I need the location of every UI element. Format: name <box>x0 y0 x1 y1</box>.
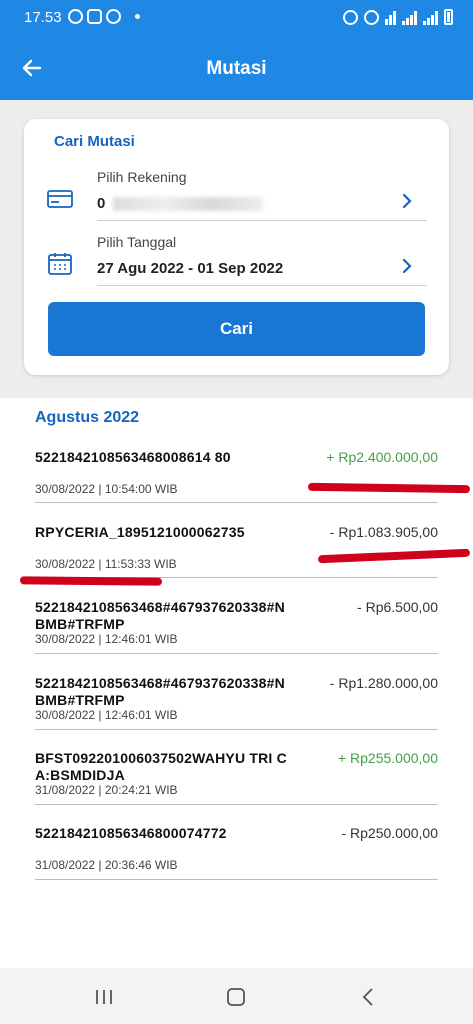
transaction-amount: + Rp2.400.000,00 <box>326 449 438 465</box>
search-card-title: Cari Mutasi <box>54 133 135 150</box>
chat-notification-icon <box>68 9 83 24</box>
search-button[interactable]: Cari <box>48 302 425 356</box>
transaction-date: 30/08/2022 | 10:54:00 WIB <box>35 482 178 496</box>
transaction-item[interactable]: 5221842108563468#467937620338#NBMB#TRFMP… <box>35 599 438 654</box>
date-selector[interactable]: Pilih Tanggal 27 Agu 2022 - 01 Sep 2022 <box>44 222 427 286</box>
divider <box>35 653 438 654</box>
transaction-date: 31/08/2022 | 20:24:21 WIB <box>35 783 178 797</box>
transaction-item[interactable]: BFST092201006037502WAHYU TRI CA:BSMDIDJA… <box>35 750 438 805</box>
system-icons <box>343 9 453 25</box>
masked-account-number <box>113 197 264 212</box>
card-icon <box>47 190 73 208</box>
red-annotation-mark <box>19 576 163 586</box>
transaction-description: BFST092201006037502WAHYU TRI CA:BSMDIDJA <box>35 750 287 783</box>
mail-notification-icon <box>87 9 102 24</box>
chevron-right-icon <box>402 193 412 209</box>
transaction-item[interactable]: 5221842108563468#467937620338#NBMB#TRFMP… <box>35 675 438 730</box>
date-value: 27 Agu 2022 - 01 Sep 2022 <box>97 260 284 277</box>
alarm-icon <box>343 10 358 25</box>
transaction-item[interactable]: 522184210856346800074772 - Rp250.000,00 … <box>35 825 438 880</box>
page-title: Mutasi <box>206 58 267 79</box>
transaction-date: 31/08/2022 | 20:36:46 WIB <box>35 858 178 872</box>
app-header: 17.53 Mutasi <box>0 0 473 100</box>
battery-icon <box>444 9 453 25</box>
divider <box>97 220 427 221</box>
signal-2-icon <box>423 11 438 25</box>
status-time: 17.53 <box>24 9 62 26</box>
transaction-item[interactable]: RPYCERIA_1895121000062735 - Rp1.083.905,… <box>35 524 438 578</box>
home-icon[interactable] <box>226 988 246 1006</box>
search-card: Cari Mutasi Pilih Rekening 0 Pilih Tangg… <box>24 119 449 375</box>
chevron-right-icon <box>402 258 412 274</box>
transaction-amount: - Rp6.500,00 <box>357 599 438 615</box>
transaction-date: 30/08/2022 | 12:46:01 WIB <box>35 632 178 646</box>
status-bar: 17.53 <box>0 0 473 36</box>
transaction-item[interactable]: 5221842108563468008614 80 + Rp2.400.000,… <box>35 449 438 503</box>
month-header: Agustus 2022 <box>35 409 140 426</box>
transaction-date: 30/08/2022 | 11:53:33 WIB <box>35 557 177 571</box>
recent-apps-icon[interactable] <box>94 988 114 1006</box>
account-value: 0 <box>97 195 264 212</box>
more-notifications-icon <box>135 14 140 19</box>
system-navigation-bar <box>0 968 473 1024</box>
notification-icons <box>68 9 140 24</box>
mute-icon <box>364 10 379 25</box>
transaction-amount: - Rp250.000,00 <box>341 825 438 841</box>
transaction-date: 30/08/2022 | 12:46:01 WIB <box>35 708 178 722</box>
transaction-amount: - Rp1.083.905,00 <box>329 524 438 540</box>
account-label: Pilih Rekening <box>97 169 187 185</box>
transaction-description: 5221842108563468#467937620338#NBMB#TRFMP <box>35 599 285 632</box>
divider <box>35 729 438 730</box>
transaction-description: 5221842108563468#467937620338#NBMB#TRFMP <box>35 675 285 708</box>
divider <box>97 285 427 286</box>
transaction-amount: - Rp1.280.000,00 <box>329 675 438 691</box>
nav-back-icon[interactable] <box>360 988 376 1006</box>
app-notification-icon <box>106 9 121 24</box>
calendar-icon <box>48 253 72 275</box>
date-label: Pilih Tanggal <box>97 234 177 250</box>
transaction-description: RPYCERIA_1895121000062735 <box>35 524 245 540</box>
wifi-icon <box>385 11 396 25</box>
account-selector[interactable]: Pilih Rekening 0 <box>44 157 427 221</box>
transaction-description: 522184210856346800074772 <box>35 825 227 841</box>
transaction-amount: + Rp255.000,00 <box>337 750 438 766</box>
transaction-description: 5221842108563468008614 80 <box>35 449 231 465</box>
signal-icon <box>402 11 417 25</box>
divider <box>35 502 438 503</box>
divider <box>35 804 438 805</box>
divider <box>35 879 438 880</box>
account-number: 0 <box>97 195 106 212</box>
